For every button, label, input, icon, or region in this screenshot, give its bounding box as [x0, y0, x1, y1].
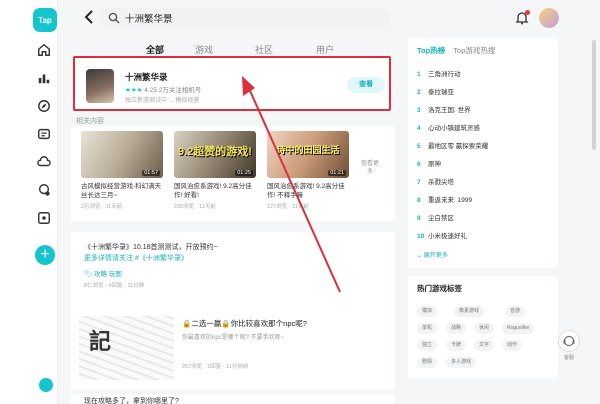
tab-top-hot[interactable]: Top热榜 [417, 46, 445, 55]
tag-chip[interactable]: Roguelike [502, 323, 535, 334]
video-meta: 230浏览 · 11天前 [174, 204, 216, 210]
ranking-item[interactable]: 7 杀戮尖塔 [417, 176, 454, 186]
tag-chip[interactable]: 卡牌 [446, 340, 467, 351]
news-icon[interactable] [37, 127, 51, 141]
video-meta: 2万浏览 · 11天前 [81, 204, 123, 210]
headset-icon [563, 335, 575, 347]
ranking-item[interactable]: 4 心动小镇建筑灵感 [417, 122, 480, 132]
cloud-game-icon[interactable] [37, 155, 51, 169]
game-icon[interactable] [86, 69, 114, 103]
tag-chip[interactable]: 音游 [505, 306, 526, 317]
post-description: 你最喜欢的npc是哪个呢? 不要手欢呢~ [182, 335, 285, 341]
user-avatar[interactable] [538, 7, 560, 29]
video-overlay-text: 9.2超赞的游戏! [178, 146, 252, 158]
video-duration: 01:21 [328, 170, 346, 176]
hot-tags-title: 热门游戏标签 [417, 284, 462, 293]
post-title[interactable]: 现在攻略多了，拿到你哪里了? [84, 396, 179, 404]
ranking-icon[interactable] [37, 71, 51, 85]
tag-chip[interactable]: 休闲 [474, 323, 495, 334]
rail-profile-icon[interactable] [39, 378, 53, 392]
video-duration: 01:25 [235, 170, 253, 176]
tag-chip[interactable]: 独立 [417, 340, 438, 351]
post-meta: 8仁浏览 · 4回复 · 11分钟 [84, 283, 145, 289]
tag-chip[interactable]: 单机 [417, 323, 438, 334]
community-icon[interactable] [37, 183, 51, 197]
post-tags[interactable]: 🏷 攻略 玩图 [84, 268, 122, 278]
video-thumbnail[interactable]: 9.2超赞的游戏! 01:25 [174, 131, 256, 178]
tag-chip[interactable]: 模拟 [417, 306, 438, 317]
search-bar[interactable]: 十洲繁华景 [100, 7, 390, 29]
game-name[interactable]: 十洲繁华录 [125, 71, 168, 83]
ranking-item[interactable]: 6 原神 [417, 158, 441, 168]
game-result-card[interactable]: 十洲繁华录 ★★★ 4.25 2万关注相机号 独立新游测试中 ... 模拟经营 … [73, 56, 391, 111]
notification-dot [525, 10, 530, 15]
tag-chip[interactable]: 战略 [446, 323, 467, 334]
tab-all[interactable]: 全部 [146, 43, 164, 56]
customer-service-label: 客服 [563, 355, 574, 361]
post-meta: 257浏览 · 1回复 · 11分钟前 [182, 364, 249, 370]
video-title[interactable]: 国风治愈系游戏! 9.2高分佳作! 不释手嘛 [267, 182, 349, 200]
expand-more-link[interactable]: ⌄ 展开更多 [417, 250, 448, 259]
video-card[interactable]: 诗中的田园生活 01:21 国风治愈系游戏! 9.2高分佳作! 不释手嘛 127… [267, 131, 349, 210]
scrollbar[interactable] [592, 40, 596, 150]
video-card[interactable]: 9.2超赞的游戏! 01:25 国风治愈系游戏! 9.2高分佳作! 好看! 23… [174, 131, 256, 210]
hot-tags-panel: 热门游戏标签 模拟 像素游戏 音游 单机 战略 休闲 Roguelike 独立 … [408, 276, 558, 378]
view-game-button[interactable]: 查看 [347, 77, 385, 93]
video-thumbnail[interactable]: 01:57 [81, 131, 163, 178]
post-card[interactable]: 記 🔒二选一赢🔒你比较喜欢那个npc呢? 你最喜欢的npc是哪个呢? 不要手欢呢… [71, 306, 395, 390]
post-title[interactable]: 🔒二选一赢🔒你比较喜欢那个npc呢? [182, 318, 307, 329]
tab-community[interactable]: 社区 [255, 43, 273, 56]
video-title[interactable]: 国风治愈系游戏! 9.2高分佳作! 好看! [174, 182, 256, 200]
post-text[interactable]: 更多详情请关注 #《十洲繁华录》 [84, 253, 188, 263]
video-row: 01:57 古风模拟经营游戏-科幻满天丝长达三月~ 2万浏览 · 11天前 9.… [71, 126, 395, 221]
ranking-item[interactable]: 1 三角洲行动 [417, 68, 461, 78]
post-text[interactable]: 《十洲繁华录》10.18首测测试，开放预约~ [84, 242, 218, 252]
video-title[interactable]: 古风模拟经营游戏-科幻满天丝长达三月~ [81, 182, 163, 200]
more-videos-link[interactable]: 查看更多 [360, 160, 380, 176]
home-icon[interactable] [37, 43, 51, 57]
video-thumbnail[interactable]: 诗中的田园生活 01:21 [267, 131, 349, 178]
video-meta: 127浏览 · 11天前 [267, 204, 309, 210]
game-description: 独立新游测试中 ... 模拟经营 [125, 98, 200, 104]
tag-chip[interactable]: 多人游戏 [446, 357, 477, 368]
tab-top-game-search[interactable]: Top游戏热搜 [453, 46, 495, 55]
post-image[interactable]: 記 [79, 316, 174, 380]
ranking-item[interactable]: 5 最地区零 赢探索荣耀 [417, 140, 488, 150]
ranking-item[interactable]: 8 重返未来: 1999 [417, 194, 472, 204]
video-duration: 01:57 [142, 170, 160, 176]
ranking-item[interactable]: 2 泰拉瑞亚 [417, 86, 454, 96]
tag-chip[interactable]: 剧情 [417, 357, 438, 368]
game-meta: ★★★ 4.25 2万关注相机号 [125, 87, 202, 94]
back-arrow-icon[interactable] [83, 9, 95, 25]
tag-chip[interactable]: 文字 [474, 340, 495, 351]
rating-stars-icon: ★★★ [125, 87, 143, 94]
section-label: 相关内容 [76, 118, 104, 125]
search-icon [108, 12, 120, 24]
create-post-button[interactable]: + [35, 245, 55, 265]
ranking-item[interactable]: 9 尘白禁区 [417, 212, 454, 222]
search-results: 全部 游戏 社区 用户 十洲繁华录 ★★★ 4.25 2万关注相机号 独立新游测… [71, 38, 395, 404]
tag-chip[interactable]: 像素游戏 [454, 306, 485, 317]
ranking-tabs: Top热榜 Top游戏热搜 [417, 45, 495, 56]
ranking-item[interactable]: 3 洛克王国: 世界 [417, 104, 471, 114]
taptap-logo[interactable]: Tap [33, 8, 57, 32]
video-overlay-text: 诗中的田园生活 [276, 145, 340, 155]
left-rail: Tap + [0, 0, 58, 404]
tab-users[interactable]: 用户 [316, 43, 334, 56]
customer-service-button[interactable] [558, 330, 580, 352]
video-card[interactable]: 01:57 古风模拟经营游戏-科幻满天丝长达三月~ 2万浏览 · 11天前 [81, 131, 163, 210]
discover-icon[interactable] [37, 99, 51, 113]
post-card[interactable]: 现在攻略多了，拿到你哪里了? [71, 394, 395, 404]
search-input[interactable]: 十洲繁华景 [125, 11, 173, 25]
ranking-item[interactable]: 10 小米极速好礼 [417, 230, 467, 240]
tab-games[interactable]: 游戏 [195, 43, 213, 56]
ranking-panel: Top热榜 Top游戏热搜 1 三角洲行动 2 泰拉瑞亚 3 洛克王国: 世界 4 心动… [408, 38, 558, 268]
calligraphy-decoration: 記 [89, 329, 112, 355]
developer-icon[interactable] [37, 211, 51, 225]
tag-chip[interactable]: 动作 [502, 340, 523, 351]
